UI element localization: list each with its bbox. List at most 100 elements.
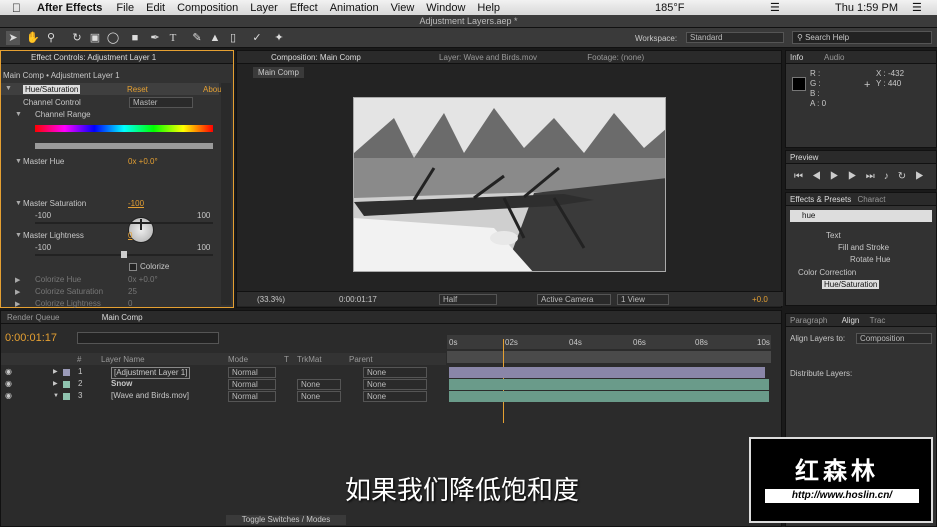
play-icon[interactable]: ▶ — [830, 171, 848, 182]
snow-layer-track[interactable] — [449, 379, 769, 390]
app-menu[interactable]: After Effects — [37, 2, 102, 14]
expand-triangle-icon[interactable]: ▼ — [53, 390, 59, 402]
main-comp-timeline-tab[interactable]: Main Comp — [62, 313, 143, 322]
work-area-bar[interactable] — [447, 351, 771, 363]
comp-viewer[interactable] — [353, 97, 666, 272]
eraser-tool-icon[interactable]: ▯ — [226, 31, 240, 45]
wifi-icon[interactable]: ☰ — [770, 1, 780, 14]
selection-tool-icon[interactable]: ➤ — [6, 31, 20, 45]
exposure-value[interactable]: +0.0 — [752, 295, 768, 304]
menu-help[interactable]: Help — [477, 2, 500, 14]
timeline-timecode[interactable]: 0:00:01:17 — [5, 332, 57, 344]
effect-controls-tab[interactable]: Effect Controls: Adjustment Layer 1 — [1, 51, 233, 64]
last-frame-icon[interactable]: ⏭ — [866, 171, 884, 182]
menu-effect[interactable]: Effect — [290, 2, 318, 14]
layer-row[interactable]: ◉ ▼ 3 [Wave and Birds.mov] Normal None N… — [1, 390, 446, 402]
channel-range-triangle-icon[interactable]: ▼ — [15, 111, 22, 118]
next-frame-icon[interactable]: ▶ — [848, 171, 866, 182]
visibility-eye-icon[interactable]: ◉ — [5, 378, 12, 390]
master-hue-value[interactable]: 0x +0.0° — [128, 157, 158, 166]
layer-mode-dropdown[interactable]: Normal — [228, 367, 276, 378]
visibility-eye-icon[interactable]: ◉ — [5, 366, 12, 378]
master-lightness-value[interactable]: 0 — [128, 231, 132, 240]
hand-tool-icon[interactable]: ✋ — [26, 31, 40, 45]
expand-triangle-icon[interactable]: ▶ — [53, 378, 58, 390]
search-help-field[interactable]: ⚲ Search Help — [792, 31, 932, 44]
channel-range-spectrum[interactable] — [35, 125, 213, 132]
layer-row[interactable]: ◉ ▶ 2 Snow Normal None None — [1, 378, 446, 390]
visibility-eye-icon[interactable]: ◉ — [5, 390, 12, 402]
first-frame-icon[interactable]: ⏮ — [794, 171, 812, 182]
magnification-dropdown[interactable]: (33.3%) — [257, 295, 285, 304]
puppet-tool-icon[interactable]: ✦ — [272, 31, 286, 45]
label-color-swatch[interactable] — [63, 393, 70, 400]
layer-trkmat-dropdown[interactable]: None — [297, 379, 341, 390]
menu-view[interactable]: View — [391, 2, 415, 14]
effects-search-field[interactable]: hue — [790, 210, 932, 222]
pan-behind-tool-icon[interactable]: ◯ — [106, 31, 120, 45]
colorize-checkbox[interactable] — [129, 263, 137, 271]
pen-tool-icon[interactable]: ✒ — [148, 31, 162, 45]
collapse-triangle-icon[interactable]: ▼ — [5, 85, 12, 92]
tree-item-text[interactable]: Text — [826, 231, 841, 240]
comp-timecode[interactable]: 0:00:01:17 — [339, 295, 377, 304]
comp-subtab[interactable]: Main Comp — [253, 67, 304, 78]
rectangle-tool-icon[interactable]: ■ — [128, 31, 142, 45]
layer-parent-dropdown[interactable]: None — [363, 379, 427, 390]
layer-parent-dropdown[interactable]: None — [363, 367, 427, 378]
menu-animation[interactable]: Animation — [330, 2, 379, 14]
menu-layer[interactable]: Layer — [250, 2, 278, 14]
camera-dropdown[interactable]: Active Camera — [537, 294, 611, 305]
preview-tab[interactable]: Preview — [786, 151, 936, 164]
tree-item-rotate-hue[interactable]: Rotate Hue — [850, 255, 890, 264]
effects-presets-tab[interactable]: Effects & Presets — [790, 195, 851, 204]
reset-link[interactable]: Reset — [127, 85, 148, 94]
rotate-tool-icon[interactable]: ↻ — [70, 31, 84, 45]
layer-tab[interactable]: Layer: Wave and Birds.mov — [363, 53, 537, 62]
camera-tool-icon[interactable]: ▣ — [88, 31, 102, 45]
info-tab[interactable]: Info — [790, 53, 803, 62]
adjustment-layer-track[interactable] — [449, 367, 765, 378]
menu-file[interactable]: File — [116, 2, 134, 14]
view-layout-dropdown[interactable]: 1 View — [617, 294, 669, 305]
menu-window[interactable]: Window — [426, 2, 465, 14]
clone-stamp-tool-icon[interactable]: ▲ — [208, 31, 222, 45]
menu-edit[interactable]: Edit — [146, 2, 165, 14]
render-queue-tab[interactable]: Render Queue — [5, 313, 59, 322]
lightness-slider-thumb[interactable] — [121, 251, 127, 258]
tracker-tab[interactable]: Trac — [862, 316, 886, 325]
timeline-search[interactable] — [77, 332, 219, 344]
col-layer-name[interactable]: Layer Name — [101, 355, 145, 364]
apple-icon[interactable]:  — [12, 1, 21, 15]
label-color-swatch[interactable] — [63, 369, 70, 376]
resolution-dropdown[interactable]: Half — [439, 294, 497, 305]
ram-preview-icon[interactable]: ▶ — [915, 171, 933, 182]
loop-icon[interactable]: ↻ — [898, 171, 915, 182]
master-saturation-value[interactable]: -100 — [128, 199, 144, 208]
time-ruler[interactable]: 0s 02s 04s 06s 08s 10s — [447, 335, 771, 349]
prev-frame-icon[interactable]: ◀ — [812, 171, 830, 182]
label-color-swatch[interactable] — [63, 381, 70, 388]
audio-icon[interactable]: ♪ — [884, 171, 898, 182]
workspace-dropdown[interactable]: Standard — [686, 32, 784, 43]
tree-item-fill-and-stroke[interactable]: Fill and Stroke — [838, 243, 889, 252]
brush-tool-icon[interactable]: ✎ — [190, 31, 204, 45]
layer-trkmat-dropdown[interactable]: None — [297, 391, 341, 402]
tree-item-hue-saturation[interactable]: Hue/Saturation — [822, 280, 880, 289]
align-tab[interactable]: Align — [830, 316, 860, 325]
menu-list-icon[interactable]: ☰ — [912, 1, 922, 14]
tree-item-color-correction[interactable]: Color Correction — [798, 268, 856, 277]
text-tool-icon[interactable]: T — [166, 31, 180, 45]
menu-composition[interactable]: Composition — [177, 2, 238, 14]
toggle-switches-modes-bar[interactable]: Toggle Switches / Modes — [226, 515, 346, 525]
layer-mode-dropdown[interactable]: Normal — [228, 379, 276, 390]
audio-tab[interactable]: Audio — [810, 53, 844, 62]
layer-name[interactable]: [Wave and Birds.mov] — [111, 390, 189, 402]
character-tab[interactable]: Charact — [853, 195, 885, 204]
effects-scrollbar[interactable] — [221, 83, 231, 305]
align-to-dropdown[interactable]: Composition — [856, 333, 932, 344]
zoom-tool-icon[interactable]: ⚲ — [44, 31, 58, 45]
layer-row[interactable]: ◉ ▶ 1 [Adjustment Layer 1] Normal None — [1, 366, 446, 379]
layer-parent-dropdown[interactable]: None — [363, 391, 427, 402]
saturation-slider[interactable] — [35, 222, 213, 224]
